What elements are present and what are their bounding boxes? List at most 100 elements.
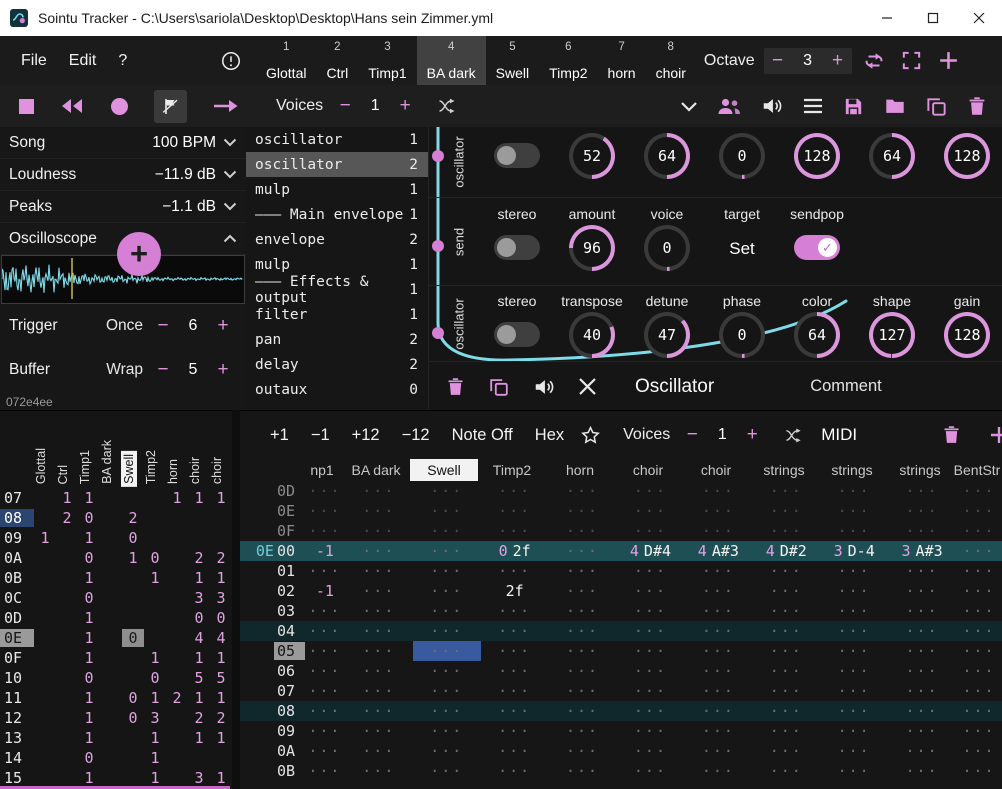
note-cell[interactable]: ··· <box>888 661 956 681</box>
close-unit-editor-icon[interactable] <box>578 377 597 396</box>
pattern-cell[interactable]: 3 <box>144 709 166 727</box>
pattern-column-header-choir[interactable]: choir <box>184 411 206 487</box>
split-voices-icon[interactable] <box>784 426 803 445</box>
pattern-cell[interactable]: 2 <box>210 709 232 727</box>
note-cell[interactable]: ··· <box>481 601 549 621</box>
note-voices-decrease-button[interactable]: − <box>678 422 706 448</box>
note-track-header-ba-dark[interactable]: BA dark <box>342 459 410 481</box>
note-cell[interactable]: ··· <box>549 541 617 561</box>
track-tab-swell[interactable]: 5Swell <box>486 36 539 85</box>
note-cell[interactable]: ··· <box>752 741 820 761</box>
pattern-column-header-ba-dark[interactable]: BA dark <box>96 411 118 487</box>
note-cell[interactable]: ··· <box>617 521 685 541</box>
note-cell[interactable]: ··· <box>684 721 752 741</box>
note-cell[interactable]: 2f <box>481 581 549 601</box>
note-cell[interactable]: ··· <box>413 741 481 761</box>
note-cell[interactable]: ··· <box>820 581 888 601</box>
octave-increase-button[interactable]: + <box>824 48 852 74</box>
pattern-cell[interactable]: 1 <box>166 489 188 507</box>
note-cell[interactable]: ··· <box>305 661 345 681</box>
pattern-cell[interactable]: 1 <box>144 569 166 587</box>
pattern-cell[interactable]: 1 <box>78 729 100 747</box>
note-row[interactable]: 02-1······2f····················· <box>240 581 1002 601</box>
note-cell[interactable]: ··· <box>481 561 549 581</box>
pattern-cell[interactable]: 1 <box>78 689 100 707</box>
pattern-cell[interactable]: 1 <box>188 649 210 667</box>
pattern-cell[interactable]: 1 <box>122 549 144 567</box>
note-cell[interactable]: ··· <box>820 741 888 761</box>
pattern-column-header-horn[interactable]: horn <box>162 411 184 487</box>
pattern-column-header-choir[interactable]: choir <box>206 411 228 487</box>
note-cell[interactable]: ··· <box>345 501 413 521</box>
pattern-order-row[interactable]: 0A01022 <box>0 548 232 568</box>
loop-icon[interactable] <box>862 49 886 73</box>
note-cell[interactable]: ··· <box>345 701 413 721</box>
delete-trash-icon[interactable] <box>966 95 988 118</box>
note-cell[interactable]: ··· <box>481 621 549 641</box>
note-cell[interactable]: ··· <box>549 721 617 741</box>
note-row[interactable]: 0F································· <box>240 521 1002 541</box>
note-track-header-horn[interactable]: horn <box>546 459 614 481</box>
trigger-increase-button[interactable]: + <box>209 313 237 339</box>
menu-file[interactable]: File <box>10 52 58 70</box>
note-cell[interactable]: ··· <box>888 501 956 521</box>
note-cell[interactable]: ··· <box>305 701 345 721</box>
note-cell[interactable]: ··· <box>956 581 1002 601</box>
pattern-order-row[interactable]: 09110 <box>0 528 232 548</box>
track-tab-choir[interactable]: 8choir <box>646 36 696 85</box>
menu-edit[interactable]: Edit <box>58 52 108 70</box>
maximize-button[interactable] <box>910 0 956 36</box>
trigger-decrease-button[interactable]: − <box>149 313 177 339</box>
note-cell[interactable]: ··· <box>956 621 1002 641</box>
note-cell[interactable]: 4D#2 <box>752 541 820 561</box>
note-row[interactable]: 06································· <box>240 661 1002 681</box>
note-track-header-np1[interactable]: np1 <box>302 459 342 481</box>
note-cell[interactable]: ··· <box>413 641 481 661</box>
note-cell[interactable]: ··· <box>752 601 820 621</box>
track-tab-timp1[interactable]: 3Timp1 <box>358 36 416 85</box>
note-cell[interactable]: ··· <box>820 681 888 701</box>
pattern-order-row[interactable]: 0711111 <box>0 488 232 508</box>
note-cell[interactable]: ··· <box>752 481 820 501</box>
pattern-order-row[interactable]: 151131 <box>0 768 232 788</box>
track-tab-glottal[interactable]: 1Glottal <box>256 36 316 85</box>
note-row[interactable]: 0D································· <box>240 481 1002 501</box>
note-track-header-strings[interactable]: strings <box>886 459 954 481</box>
transpose-down-octave-button[interactable]: −12 <box>394 426 438 445</box>
note-row[interactable]: 08································· <box>240 701 1002 721</box>
note-cell[interactable]: ··· <box>617 621 685 641</box>
note-cell[interactable]: ··· <box>305 641 345 661</box>
pattern-cell[interactable]: 1 <box>78 529 100 547</box>
note-cell[interactable]: ··· <box>888 681 956 701</box>
note-cell[interactable]: ··· <box>305 521 345 541</box>
pattern-cell[interactable]: 0 <box>144 549 166 567</box>
note-cell[interactable]: ··· <box>481 701 549 721</box>
pattern-order-row[interactable]: 1401 <box>0 748 232 768</box>
note-cell[interactable]: ··· <box>413 761 481 781</box>
note-cell[interactable]: ··· <box>549 681 617 701</box>
track-tab-timp2[interactable]: 6Timp2 <box>539 36 597 85</box>
note-track-header-choir[interactable]: choir <box>682 459 750 481</box>
toggle-stereo[interactable] <box>494 235 540 260</box>
note-cell[interactable]: ··· <box>617 761 685 781</box>
note-cell[interactable]: ··· <box>617 661 685 681</box>
note-cell[interactable]: ··· <box>956 541 1002 561</box>
note-cell[interactable]: ··· <box>549 481 617 501</box>
unit-list-item[interactable]: mulp1 <box>246 177 428 202</box>
pattern-cell[interactable]: 1 <box>34 529 56 547</box>
note-cell[interactable]: ··· <box>413 721 481 741</box>
transpose-up-octave-button[interactable]: +12 <box>344 426 388 445</box>
note-cell[interactable]: ··· <box>617 681 685 701</box>
split-voices-icon[interactable] <box>437 96 457 116</box>
unit-solo-speaker-icon[interactable] <box>532 376 556 398</box>
note-cell[interactable]: ··· <box>549 761 617 781</box>
pattern-cell[interactable]: 0 <box>122 629 144 647</box>
note-cell[interactable]: ··· <box>888 721 956 741</box>
menu-hamburger-icon[interactable] <box>802 97 824 115</box>
note-cell[interactable]: ··· <box>888 481 956 501</box>
pattern-order-row[interactable]: 0B1111 <box>0 568 232 588</box>
unit-list-item[interactable]: oscillator2 <box>246 152 428 177</box>
pattern-cell[interactable]: 1 <box>144 649 166 667</box>
note-cell[interactable]: ··· <box>413 481 481 501</box>
note-cell[interactable]: ··· <box>888 761 956 781</box>
